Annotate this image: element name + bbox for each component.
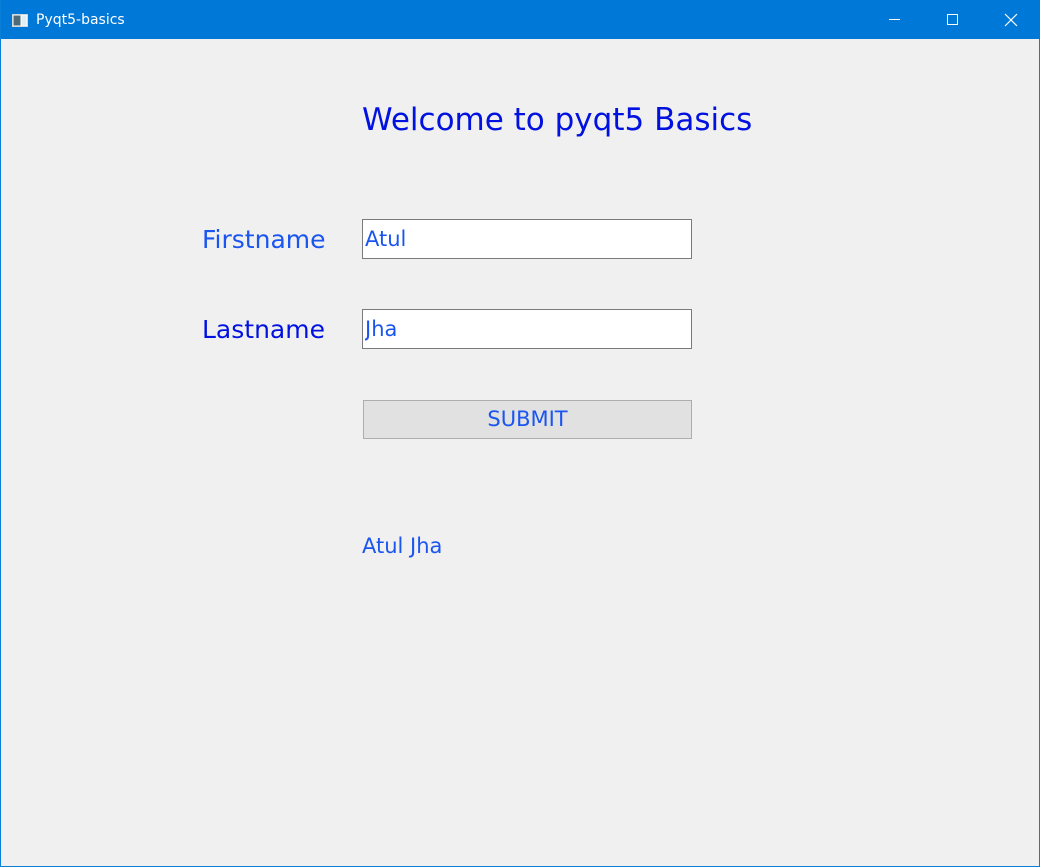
window-title: Pyqt5-basics (36, 12, 125, 28)
app-window: Pyqt5-basics Welcome to pyqt5 Basics Fir… (0, 0, 1040, 867)
minimize-icon (889, 19, 900, 20)
minimize-button[interactable] (866, 0, 924, 39)
close-icon (1004, 13, 1018, 27)
firstname-input[interactable] (362, 219, 692, 259)
lastname-input[interactable] (362, 309, 692, 349)
welcome-heading: Welcome to pyqt5 Basics (362, 102, 753, 138)
maximize-icon (947, 14, 958, 25)
maximize-button[interactable] (924, 0, 982, 39)
result-label: Atul Jha (362, 534, 443, 558)
lastname-label: Lastname (202, 315, 325, 344)
close-button[interactable] (982, 0, 1040, 39)
app-window-icon (12, 12, 28, 27)
firstname-label: Firstname (202, 225, 326, 254)
submit-button[interactable]: SUBMIT (363, 400, 692, 439)
title-bar[interactable]: Pyqt5-basics (1, 0, 1040, 39)
